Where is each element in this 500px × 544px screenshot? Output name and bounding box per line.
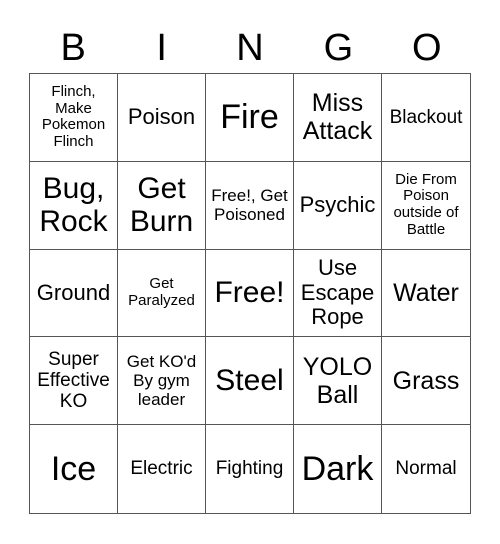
bingo-cell[interactable]: Bug, Rock [30,161,118,250]
bingo-cell[interactable]: Water [382,250,470,338]
bingo-cell[interactable]: Blackout [382,74,470,162]
bingo-cell[interactable]: Super Effective KO [30,337,118,426]
bingo-cell[interactable]: Ice [30,425,118,513]
bingo-cell[interactable]: Get Paralyzed [118,249,206,338]
bingo-cell[interactable]: Normal [382,425,470,513]
bingo-cell[interactable]: Dark [294,425,382,513]
header-letter-n: N [236,27,264,69]
bingo-cell[interactable]: Fighting [206,425,294,513]
bingo-cell[interactable]: Ground [30,249,118,338]
bingo-cell[interactable]: Steel [206,337,294,426]
bingo-cell[interactable]: Get Burn [118,161,206,250]
bingo-grid: Flinch, Make Pokemon Flinch Poison Fire … [29,73,471,514]
bingo-header: B I N G O [29,24,471,72]
bingo-cell[interactable]: Fire [206,74,294,162]
bingo-cell[interactable]: Miss Attack [294,74,382,162]
bingo-cell[interactable]: Free!, Get Poisoned [206,161,294,250]
header-letter-b: B [60,27,86,69]
header-letter-o: O [412,27,442,69]
header-letter-i: I [156,27,167,69]
bingo-cell[interactable]: Poison [118,74,206,162]
bingo-cell[interactable]: Use Escape Rope [294,249,382,338]
bingo-cell[interactable]: Electric [118,425,206,513]
bingo-cell[interactable]: Psychic [294,161,382,250]
bingo-cell[interactable]: Grass [382,337,470,426]
bingo-cell[interactable]: YOLO Ball [294,337,382,426]
bingo-cell[interactable]: Flinch, Make Pokemon Flinch [30,74,118,162]
header-letter-g: G [323,27,354,69]
bingo-cell[interactable]: Die From Poison outside of Battle [382,162,470,250]
bingo-cell free-space[interactable]: Free! [206,249,294,338]
bingo-cell[interactable]: Get KO'd By gym leader [118,337,206,426]
